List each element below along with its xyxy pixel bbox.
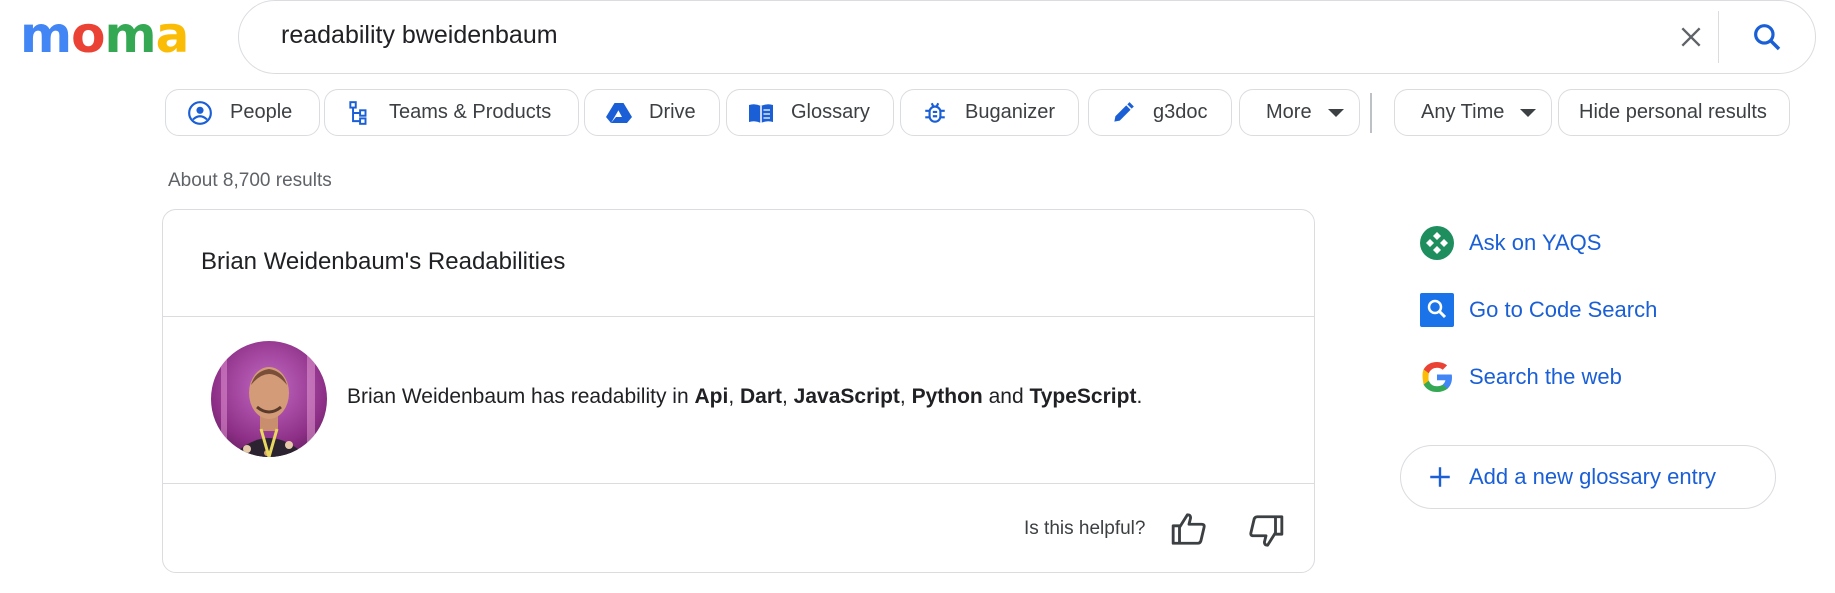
desc-end: . (1136, 385, 1143, 408)
google-g-icon (1419, 359, 1455, 395)
filter-chip-drive[interactable]: Drive (584, 89, 720, 136)
logo-letter-a: a (155, 6, 190, 64)
card-description: Brian Weidenbaum has readability in Api,… (347, 385, 1142, 409)
language-python: Python (911, 385, 983, 408)
language-api: Api (694, 385, 729, 408)
filter-divider (1370, 93, 1372, 133)
search-the-web-link[interactable]: Search the web (1419, 359, 1622, 395)
search-input[interactable]: readability bweidenbaum (281, 21, 558, 50)
desc-comma: , (782, 385, 794, 408)
code-search-link[interactable]: Go to Code Search (1419, 292, 1657, 328)
caret-down-icon (1327, 108, 1344, 117)
drive-icon (605, 99, 633, 127)
desc-and: and (982, 385, 1030, 408)
yaqs-icon (1419, 225, 1455, 261)
search-icon (1754, 24, 1781, 51)
filter-chip-label: Buganizer (965, 101, 1056, 123)
readability-card: Brian Weidenbaum's Readabilities Brian W… (162, 209, 1315, 573)
logo-letter-m1: m (20, 6, 72, 64)
side-link-label: Go to Code Search (1469, 297, 1658, 322)
plus-icon (1427, 464, 1453, 490)
filter-chip-label: People (230, 101, 293, 123)
side-link-label: Ask on YAQS (1469, 230, 1602, 255)
filter-chip-label: Glossary (791, 101, 870, 123)
filter-chip-teams-products[interactable]: Teams & Products (324, 89, 579, 136)
language-javascript: JavaScript (793, 385, 900, 408)
desc-comma: , (728, 385, 740, 408)
ask-on-yaqs-link[interactable]: Ask on YAQS (1419, 225, 1601, 261)
add-glossary-entry-button[interactable]: Add a new glossary entry (1400, 445, 1776, 509)
time-filter-dropdown[interactable]: Any Time (1394, 89, 1552, 136)
thumbs-down-button[interactable] (1246, 511, 1286, 551)
language-typescript: TypeScript (1029, 385, 1137, 408)
hide-personal-label: Hide personal results (1579, 101, 1767, 123)
filter-chip-label: Drive (649, 101, 696, 123)
bug-icon (921, 99, 949, 127)
filter-chip-glossary[interactable]: Glossary (726, 89, 894, 136)
thumbs-up-icon (1171, 513, 1206, 545)
logo-letter-m2: m (104, 6, 156, 64)
filter-chip-buganizer[interactable]: Buganizer (900, 89, 1079, 136)
desc-prefix: Brian Weidenbaum has readability in (347, 385, 695, 408)
filter-chip-label: Teams & Products (389, 101, 552, 123)
org-tree-icon (345, 99, 373, 127)
filter-chip-g3doc[interactable]: g3doc (1088, 89, 1232, 136)
thumbs-down-icon (1249, 515, 1284, 547)
thumbs-up-button[interactable] (1169, 509, 1209, 549)
moma-logo[interactable]: m o m a (20, 6, 190, 64)
logo-letter-o: o (71, 6, 105, 64)
close-icon (1681, 27, 1701, 47)
search-divider (1718, 11, 1719, 63)
code-search-icon (1419, 292, 1455, 328)
helpful-prompt: Is this helpful? (1024, 518, 1146, 539)
time-filter-label: Any Time (1421, 101, 1505, 123)
search-button[interactable] (1745, 15, 1789, 59)
desc-comma: , (899, 385, 912, 408)
language-dart: Dart (739, 385, 782, 408)
filter-chip-more[interactable]: More (1239, 89, 1360, 136)
add-glossary-label: Add a new glossary entry (1469, 464, 1717, 489)
avatar[interactable] (211, 341, 327, 457)
card-divider (163, 316, 1314, 317)
filter-chip-label: g3doc (1153, 101, 1208, 123)
person-circle-icon (186, 99, 214, 127)
card-divider (163, 483, 1314, 484)
hide-personal-results-button[interactable]: Hide personal results (1558, 89, 1790, 136)
filter-chip-people[interactable]: People (165, 89, 320, 136)
result-count: About 8,700 results (168, 170, 332, 191)
clear-search-button[interactable] (1673, 19, 1709, 55)
pen-icon (1109, 99, 1137, 127)
book-icon (747, 99, 775, 127)
caret-down-icon (1520, 108, 1537, 117)
filter-chip-label: More (1266, 101, 1312, 123)
side-link-label: Search the web (1469, 364, 1622, 389)
search-bar[interactable]: readability bweidenbaum (238, 0, 1816, 74)
card-title: Brian Weidenbaum's Readabilities (201, 248, 566, 275)
